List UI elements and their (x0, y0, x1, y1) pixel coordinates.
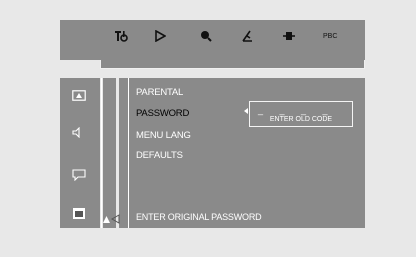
audio-settings-icon[interactable] (114, 30, 128, 44)
toolbar-indicator-strip (100, 60, 365, 69)
pbc-label[interactable]: PBC (323, 33, 337, 40)
divider-line (128, 78, 129, 228)
audio-setup-icon[interactable] (72, 125, 88, 139)
menu-item-menu-lang[interactable]: MENU LANG (136, 131, 191, 141)
general-setup-icon[interactable] (72, 88, 88, 101)
pointer-left-icon (110, 211, 120, 229)
selection-arrow-icon (244, 108, 248, 114)
menu-item-defaults[interactable]: DEFAULTS (136, 151, 183, 161)
divider-line (101, 78, 102, 228)
status-text: ENTER ORIGINAL PASSWORD (136, 212, 262, 222)
angle-icon[interactable] (241, 30, 253, 44)
menu-item-password[interactable]: PASSWORD (136, 109, 189, 119)
top-toolbar (60, 20, 365, 60)
code-hint: ENTER OLD CODE (269, 116, 333, 123)
play-icon[interactable] (155, 29, 167, 44)
menu-item-parental[interactable]: PARENTAL (136, 88, 183, 98)
password-code-field[interactable]: _ _ _ _ ENTER OLD CODE (249, 101, 353, 127)
zoom-icon[interactable] (200, 30, 212, 44)
selection-indicator-column (103, 78, 116, 228)
subtitle-icon[interactable] (72, 168, 88, 182)
active-marker-icon (102, 211, 111, 229)
preference-icon[interactable] (72, 207, 88, 219)
code-digits: _ _ _ _ (258, 105, 335, 115)
step-icon[interactable] (283, 30, 295, 44)
